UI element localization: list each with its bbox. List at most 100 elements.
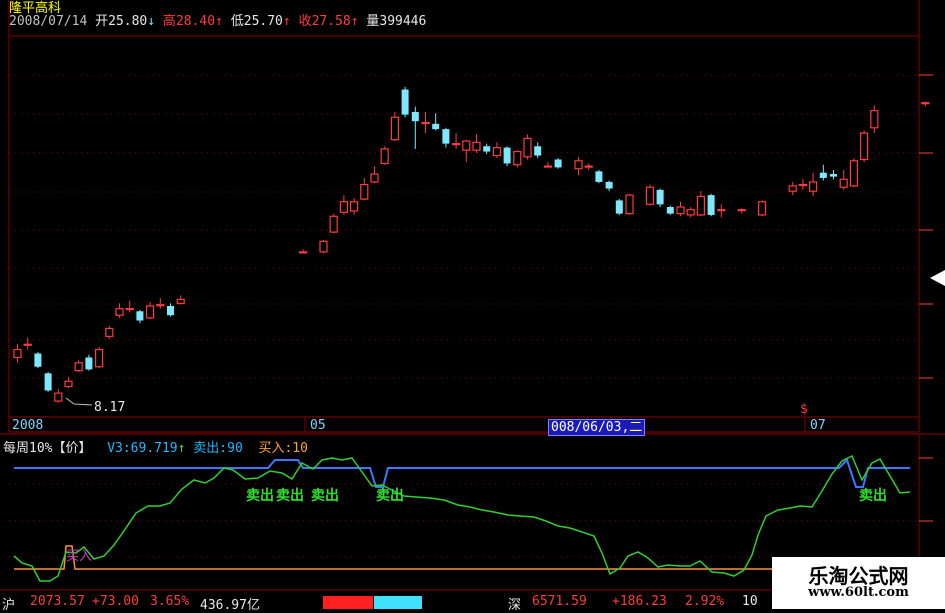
candle-body [432,123,440,130]
candle-body [34,353,42,367]
candlestick-series [13,86,930,403]
candle-body [64,380,73,388]
volume-label: 量 [366,14,380,29]
candle-body [44,373,52,391]
indicator-grid [9,483,919,558]
candle-body [442,129,450,144]
x-label-05: 05 [310,418,326,433]
quote-date: 2008/07/14 [9,14,88,29]
param-bracket-open: 【 [52,441,66,456]
candle-body [859,132,869,161]
candle-body [156,304,165,307]
sh-pct: 3.65% [150,594,190,609]
sh-change: +73.00 [92,594,139,609]
sz-pct: 2.92% [685,594,725,609]
low-arrow-icon: ↑ [282,14,291,29]
candle-body [94,348,104,368]
sell-signal-label: 卖出 [376,488,404,504]
candle-body [472,141,481,151]
candle-body [707,195,715,215]
candle-body [115,308,124,316]
candle-body [299,251,308,254]
quote-info-bar: 2008/07/14 开25.80↓ 高28.40↑ 低25.70↑ 收27.5… [9,14,426,29]
chart-canvas [0,0,945,591]
open-label: 开 [95,14,109,29]
sell-signal-label: 卖出 [276,488,304,504]
candle-body [839,178,848,188]
open-arrow-icon: ↓ [147,14,156,29]
candle-body [167,306,174,316]
indicator-param: 价 [65,441,79,456]
open-value: 25.80 [108,14,148,29]
sell-level-value: 90 [227,441,243,456]
candle-body [360,183,369,200]
candle-body [798,183,808,187]
candle-body [125,308,134,311]
candle-body [543,165,553,168]
indicator-axis-ticks [919,457,933,522]
sell-signal-label: 卖出 [859,488,887,504]
sell-level-line [14,458,910,488]
sz-label: 深 [508,598,522,613]
sz-tail: 10 [742,594,758,609]
candle-body [737,209,746,212]
candle-body [421,121,430,125]
candle-body [105,327,114,337]
candle-body [503,147,511,164]
close-label: 收 [298,14,312,29]
sell-signal-label: 卖出 [311,488,339,504]
candle-body [513,150,522,166]
candle-body [830,174,837,177]
candle-body [666,207,674,214]
candle-body [136,311,144,321]
candle-body [483,146,491,152]
candle-body [808,181,818,192]
candle-body [390,116,399,141]
price-grid [9,74,919,379]
candle-body [319,240,328,253]
date-cursor-label[interactable]: 008/06/03,二 [548,419,646,436]
candle-body [819,172,827,178]
candle-body [595,171,603,182]
candle-body [54,392,63,402]
candle-body [411,111,419,122]
candle-body [370,173,379,183]
candle-body [717,209,726,212]
up-ratio-bar [323,596,373,609]
candle-body [656,189,664,205]
indicator-title[interactable]: 每周10%【价】 V3:69.719↑ 卖出:90 买入:10 [3,437,308,456]
close-value: 27.58 [311,14,351,29]
candle-body [176,298,185,304]
sz-index: 6571.59 [532,594,587,609]
candle-body [788,185,797,192]
candle-body [492,147,501,157]
high-label: 高 [162,14,176,29]
down-ratio-bar [374,596,422,609]
candle-body [74,362,83,372]
dividend-marker-icon[interactable]: $ [800,402,808,417]
sh-index: 2073.57 [30,594,85,609]
buy-level-value: 10 [292,441,308,456]
watermark-box: 乐淘公式网 www.60lt.com [772,557,945,609]
high-arrow-icon: ↑ [215,14,223,29]
candle-body [849,160,859,187]
candle-body [452,143,461,146]
price-axis-ticks [919,74,933,379]
sell-signal-label: 卖出 [246,488,274,504]
candle-body [676,206,685,215]
candle-body [462,140,471,151]
candle-body [625,194,634,215]
candle-body [686,209,695,216]
candle-body [696,195,706,216]
candle-body [870,110,879,129]
candle-body [146,305,155,319]
buy-level-label: 买入: [258,441,293,456]
low-value: 25.70 [243,14,283,29]
v3-label: V3: [107,441,131,456]
candle-body [605,181,613,189]
x-label-07: 07 [810,418,826,433]
param-bracket-close: 】 [78,441,92,456]
candle-body [85,357,93,370]
candle-body [329,215,338,233]
candle-body [380,148,389,165]
